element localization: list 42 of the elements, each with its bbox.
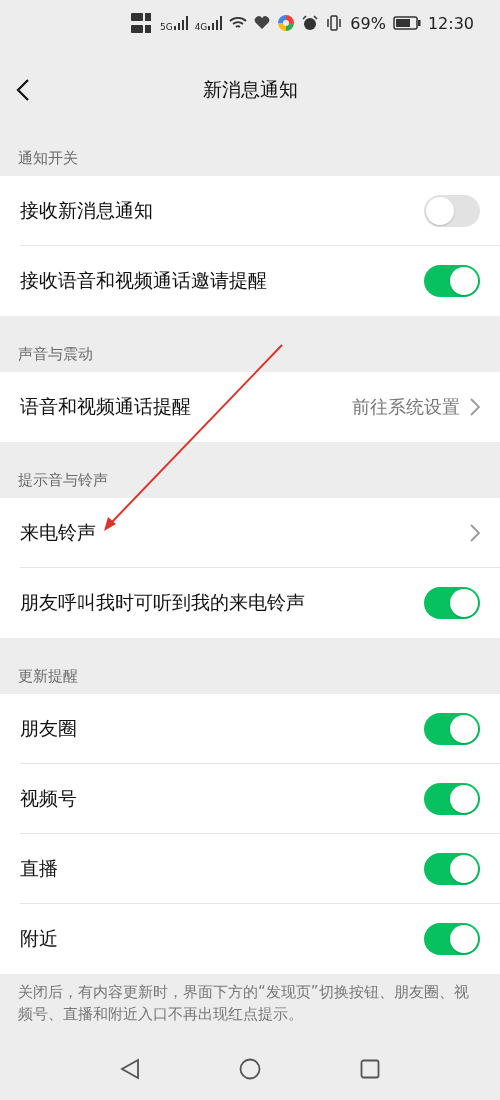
back-nav-icon[interactable] [119,1058,140,1080]
toggle-switch[interactable] [424,923,480,955]
recents-nav-icon[interactable] [360,1059,381,1079]
page-title: 新消息通知 [202,77,298,102]
alarm-icon [302,15,319,31]
toggle-switch[interactable] [424,783,480,815]
setting-label: 直播 [20,856,59,881]
section-title: 声音与震动 [17,344,94,365]
setting-label: 接收新消息通知 [20,198,154,223]
toggle-switch[interactable] [424,195,480,227]
app-icon [277,14,296,32]
signal-icon [208,16,223,30]
setting-label: 视频号 [20,786,78,811]
footnote-text: 关闭后，有内容更新时，界面下方的“发现页”切换按钮、朋友圈、视频号、直播和附近入口不再出现红点提示。 [17,982,470,1025]
wifi-icon [229,16,248,30]
toggle-switch[interactable] [424,853,480,885]
toggle-switch[interactable] [424,713,480,745]
section-title: 通知开关 [17,148,79,169]
signal-icon [173,16,188,30]
setting-label: 朋友呼叫我时可听到我的来电铃声 [20,590,306,615]
setting-label: 语音和视频通话提醒 [20,394,192,419]
setting-value: 前往系统设置 [352,395,460,419]
setting-label: 附近 [20,926,59,951]
network-label: 5G [159,22,173,32]
toggle-switch[interactable] [424,587,480,619]
toggle-switch[interactable] [424,265,480,297]
home-nav-icon[interactable] [239,1058,261,1080]
clock-time: 12:30 [427,13,474,33]
chevron-icon [470,398,480,416]
chevron-icon [470,524,480,542]
section-title: 更新提醒 [17,666,79,687]
heart-icon [254,16,271,30]
battery-icon [392,16,421,30]
setting-label: 接收语音和视频通话邀请提醒 [20,268,268,293]
hd-icon [130,11,153,35]
setting-label: 朋友圈 [20,716,78,741]
section-title: 提示音与铃声 [17,470,109,491]
setting-label: 来电铃声 [20,520,97,545]
battery-percent: 69% [350,13,386,33]
network-label: 4G [194,22,208,32]
vibrate-icon [325,15,344,31]
back-icon[interactable] [16,78,30,102]
